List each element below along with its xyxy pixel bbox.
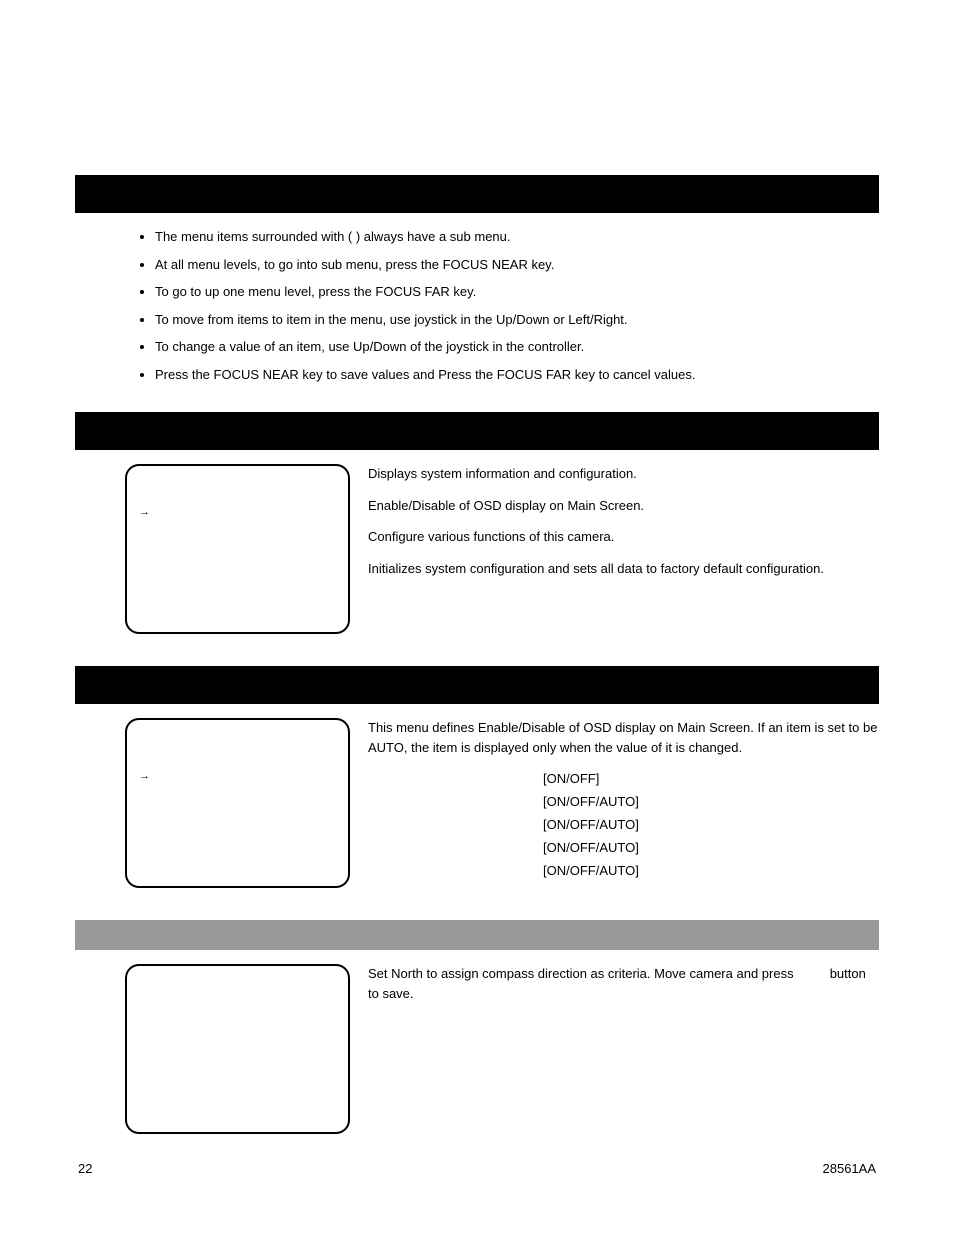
option-value: [ON/OFF] [543, 771, 599, 786]
list-item: To change a value of an item, use Up/Dow… [155, 337, 879, 357]
option-row: [ON/OFF/AUTO] [368, 840, 879, 855]
compass-block: Set North to assign compass direction as… [75, 964, 879, 1134]
compass-text: Set North to assign compass direction as… [368, 964, 879, 1003]
general-rules-list: The menu items surrounded with ( ) alway… [75, 227, 879, 384]
section-heading-compass [75, 920, 879, 950]
page-number: 22 [78, 1161, 92, 1176]
arrow-icon: → [139, 504, 150, 521]
list-item: Press the FOCUS NEAR key to save values … [155, 365, 879, 385]
option-label [368, 840, 543, 855]
option-value: [ON/OFF/AUTO] [543, 794, 639, 809]
option-label [368, 863, 543, 878]
main-menu-descriptions: Displays system information and configur… [350, 464, 879, 634]
osd-screen-box: → [125, 464, 350, 634]
section-heading-display-setup [75, 666, 879, 704]
page-footer: 22 28561AA [78, 1161, 876, 1176]
display-setup-content: This menu defines Enable/Disable of OSD … [350, 718, 879, 888]
desc-text: Configure various functions of this came… [368, 527, 879, 547]
osd-screen-box [125, 964, 350, 1134]
option-row: [ON/OFF/AUTO] [368, 863, 879, 878]
desc-text: Enable/Disable of OSD display on Main Sc… [368, 496, 879, 516]
arrow-icon: → [139, 768, 150, 785]
osd-screen-box: → [125, 718, 350, 888]
desc-text: Displays system information and configur… [368, 464, 879, 484]
display-setup-block: → This menu defines Enable/Disable of OS… [75, 718, 879, 888]
section-heading-main-menu [75, 412, 879, 450]
option-value: [ON/OFF/AUTO] [543, 817, 639, 832]
doc-number: 28561AA [823, 1161, 877, 1176]
compass-text-part-a: Set North to assign compass direction as… [368, 966, 797, 981]
list-item: The menu items surrounded with ( ) alway… [155, 227, 879, 247]
option-row: [ON/OFF/AUTO] [368, 817, 879, 832]
desc-text: Initializes system configuration and set… [368, 559, 879, 579]
option-label [368, 771, 543, 786]
list-item: To move from items to item in the menu, … [155, 310, 879, 330]
option-label [368, 794, 543, 809]
list-item: To go to up one menu level, press the FO… [155, 282, 879, 302]
option-row: [ON/OFF] [368, 771, 879, 786]
intro-text: This menu defines Enable/Disable of OSD … [368, 718, 879, 757]
option-row: [ON/OFF/AUTO] [368, 794, 879, 809]
compass-content: Set North to assign compass direction as… [350, 964, 879, 1134]
option-value: [ON/OFF/AUTO] [543, 863, 639, 878]
option-value: [ON/OFF/AUTO] [543, 840, 639, 855]
option-label [368, 817, 543, 832]
list-item: At all menu levels, to go into sub menu,… [155, 255, 879, 275]
compass-key-placeholder [797, 966, 826, 981]
main-menu-block: → Displays system information and config… [75, 464, 879, 634]
section-heading-general-rules [75, 175, 879, 213]
